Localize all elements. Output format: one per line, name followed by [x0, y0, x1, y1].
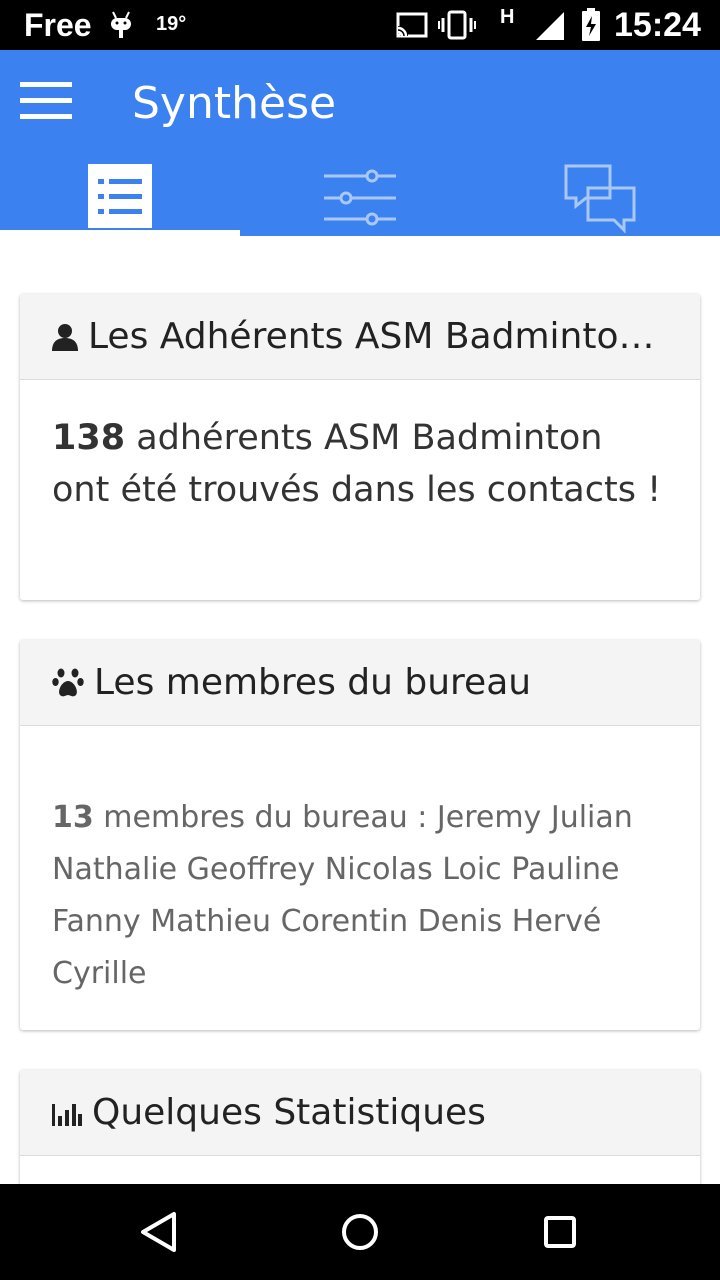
- cast-icon: [396, 12, 428, 43]
- battery-charging-icon: [580, 8, 602, 47]
- list-icon: [88, 164, 152, 233]
- recents-icon[interactable]: [536, 1208, 584, 1256]
- vibrate-icon: [438, 10, 476, 45]
- card-header: Quelques Statistiques: [20, 1070, 700, 1156]
- chat-bubbles-icon: [564, 164, 636, 239]
- navigation-bar: [0, 1184, 720, 1280]
- card-stats: Quelques Statistiques: [20, 1070, 700, 1184]
- menu-icon[interactable]: [20, 82, 74, 122]
- tab-bar: [0, 160, 720, 236]
- card-body: 13 membres du bureau : Jeremy Julian Nat…: [20, 726, 700, 1000]
- tab-messages[interactable]: [480, 160, 720, 236]
- card-header: Les membres du bureau: [20, 640, 700, 726]
- user-icon: [52, 323, 78, 351]
- content-area[interactable]: Les Adhérents ASM Badminto… 138 adhérent…: [0, 236, 720, 1184]
- bureau-text: membres du bureau : Jeremy Julian Nathal…: [52, 800, 633, 991]
- card-bureau: Les membres du bureau 13 membres du bure…: [20, 640, 700, 1030]
- signal-icon: [534, 10, 566, 45]
- status-bar: Free 19° H 15:24: [0, 0, 720, 50]
- bar-chart-icon: [52, 1100, 82, 1126]
- card-adherents: Les Adhérents ASM Badminto… 138 adhérent…: [20, 294, 700, 600]
- tab-settings[interactable]: [240, 160, 480, 236]
- paw-icon: [52, 667, 84, 699]
- android-icon: [108, 10, 134, 45]
- page-title: Synthèse: [132, 78, 337, 129]
- card-body: 138 adhérents ASM Badminton ont été trou…: [20, 380, 700, 516]
- back-icon[interactable]: [136, 1208, 184, 1256]
- adherents-text: adhérents ASM Badminton ont été trouvés …: [52, 418, 662, 510]
- card-title: Les membres du bureau: [94, 662, 532, 703]
- app-bar: Synthèse: [0, 50, 720, 236]
- temperature: 19°: [156, 13, 187, 35]
- network-type: H: [500, 6, 515, 28]
- sliders-icon: [322, 164, 398, 233]
- card-header: Les Adhérents ASM Badminto…: [20, 294, 700, 380]
- card-title: Les Adhérents ASM Badminto…: [88, 316, 655, 357]
- carrier-name: Free: [24, 7, 92, 43]
- clock: 15:24: [614, 6, 701, 44]
- adherents-count: 138: [52, 418, 126, 458]
- tab-summary[interactable]: [0, 160, 240, 236]
- home-icon[interactable]: [336, 1208, 384, 1256]
- card-title: Quelques Statistiques: [92, 1092, 486, 1133]
- bureau-count: 13: [52, 800, 94, 835]
